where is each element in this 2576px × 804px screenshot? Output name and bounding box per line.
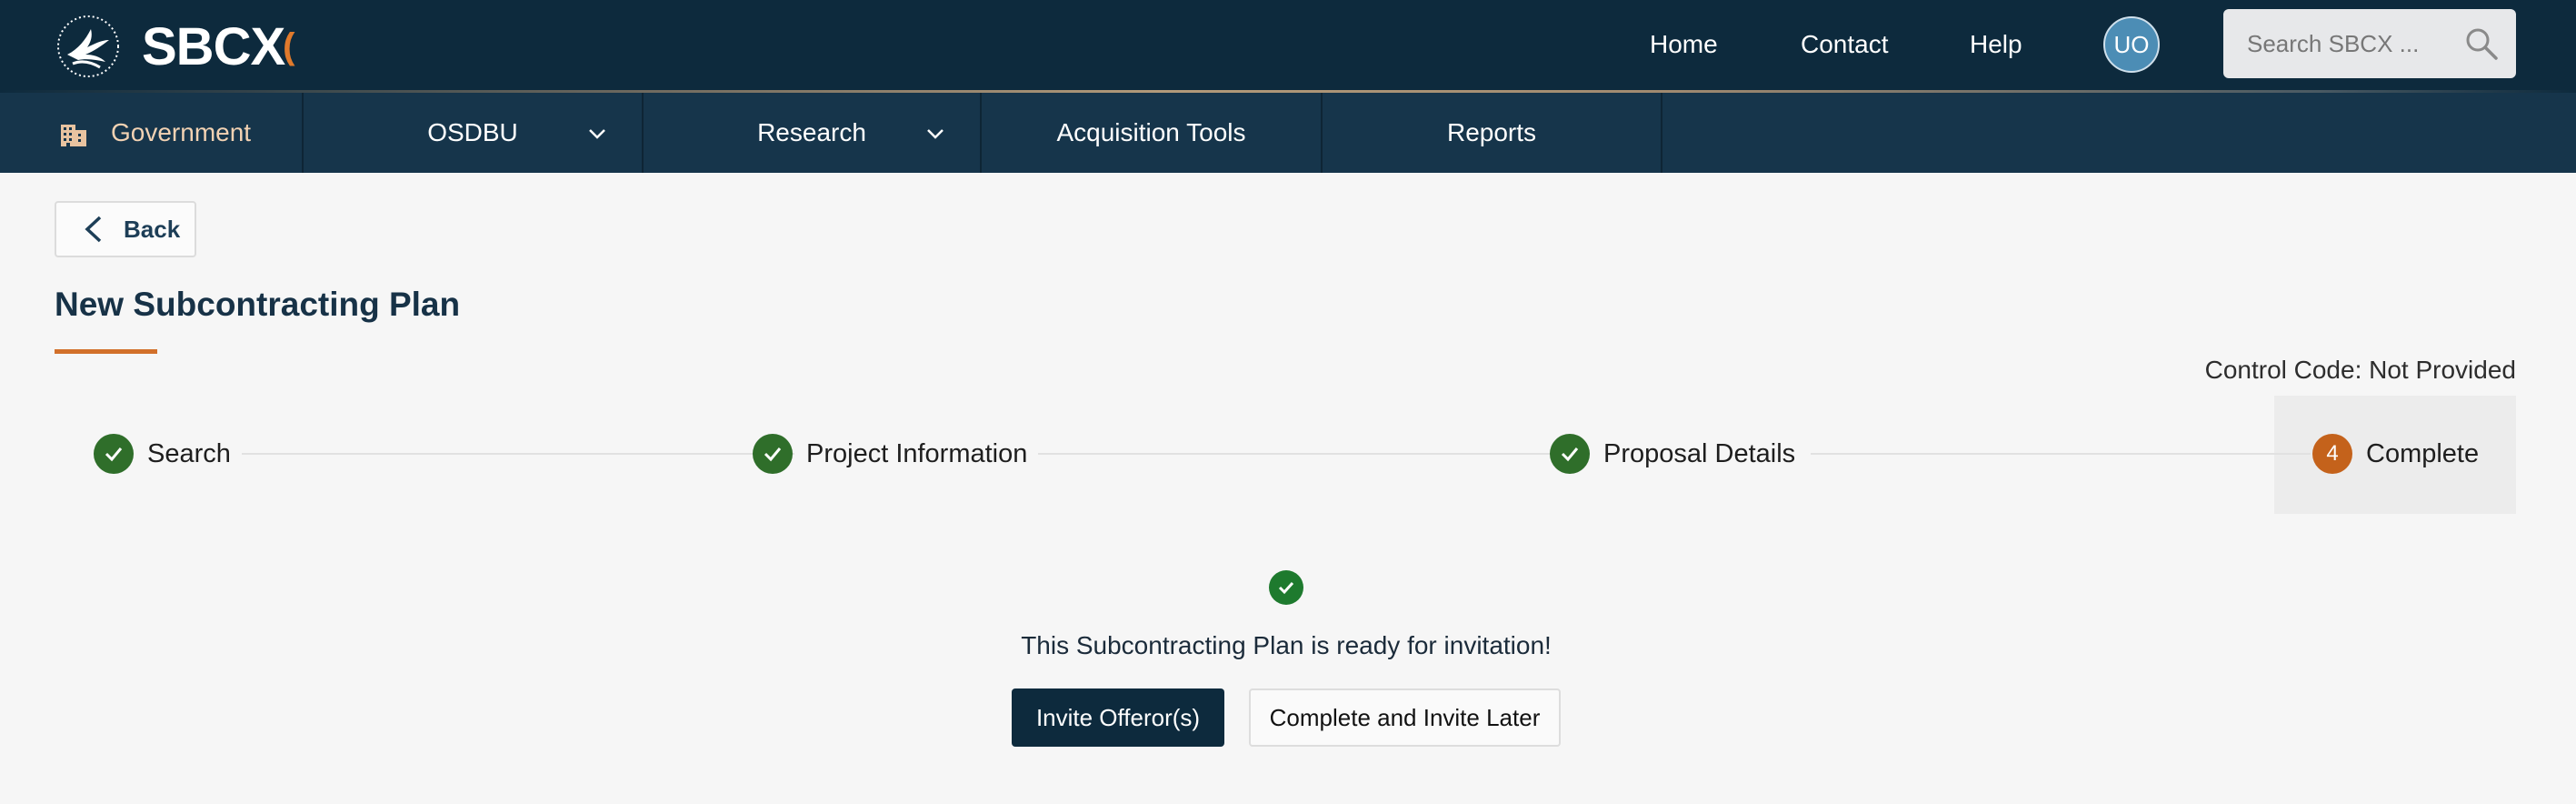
brand-swoosh: ( [283,25,295,66]
portal-label: Government [111,118,252,146]
step-label: Project Information [806,438,1028,468]
portal-government[interactable]: Government [0,93,304,173]
check-icon [94,434,134,474]
invite-offerors-button[interactable]: Invite Offeror(s) [1012,688,1224,747]
check-icon [753,434,793,474]
step-label: Proposal Details [1603,438,1796,468]
nav-home-link[interactable]: Home [1650,30,1718,59]
chevron-left-icon [85,216,102,243]
chevron-down-icon [589,129,605,139]
section-nav: Government OSDBU Research Acquisition To… [0,93,2576,173]
building-icon [61,125,86,146]
step-number-badge: 4 [2312,434,2352,474]
control-code: Control Code: Not Provided [2204,356,2516,384]
nav-help-link[interactable]: Help [1970,30,2022,59]
step-proposal-details[interactable]: Proposal Details [1550,434,1795,474]
step-connector [242,453,794,455]
ready-message: This Subcontracting Plan is ready for in… [1021,631,1552,659]
hhs-eagle-icon [57,15,119,77]
step-complete[interactable]: 4 Complete [2312,434,2479,474]
subnav-item-label: OSDBU [427,118,518,146]
back-button-label: Back [124,215,181,243]
subnav-item-research[interactable]: Research [644,93,982,173]
brand-logo[interactable]: SBCX ( [55,11,295,82]
search-box [2223,9,2516,78]
check-icon [1550,434,1590,474]
step-label: Complete [2366,438,2480,468]
step-connector [1038,453,1563,455]
chevron-down-icon [927,129,944,139]
top-header: SBCX ( Home Contact Help UO [0,0,2576,93]
progress-stepper: Search Project Information Proposal Deta… [55,396,2516,514]
subnav-item-reports[interactable]: Reports [1323,93,1662,173]
step-label: Search [147,438,231,468]
search-icon[interactable] [2463,25,2500,62]
subnav-item-osdbu[interactable]: OSDBU [304,93,644,173]
subnav-item-label: Reports [1446,118,1537,146]
title-underline [55,349,157,354]
success-check-icon [1269,570,1303,605]
back-button[interactable]: Back [55,201,196,257]
page-title: New Subcontracting Plan [55,286,461,323]
search-input[interactable] [2247,29,2474,58]
brand-name: SBCX [142,16,285,76]
nav-contact-link[interactable]: Contact [1801,30,1889,59]
subnav-item-acquisition-tools[interactable]: Acquisition Tools [982,93,1323,173]
subnav-item-label: Acquisition Tools [1056,118,1246,146]
step-search[interactable]: Search [94,434,231,474]
complete-invite-later-button[interactable]: Complete and Invite Later [1249,688,1561,747]
user-avatar[interactable]: UO [2103,16,2160,73]
subnav-item-label: Research [757,118,866,146]
step-project-information[interactable]: Project Information [753,434,1027,474]
step-connector [1811,453,2311,455]
